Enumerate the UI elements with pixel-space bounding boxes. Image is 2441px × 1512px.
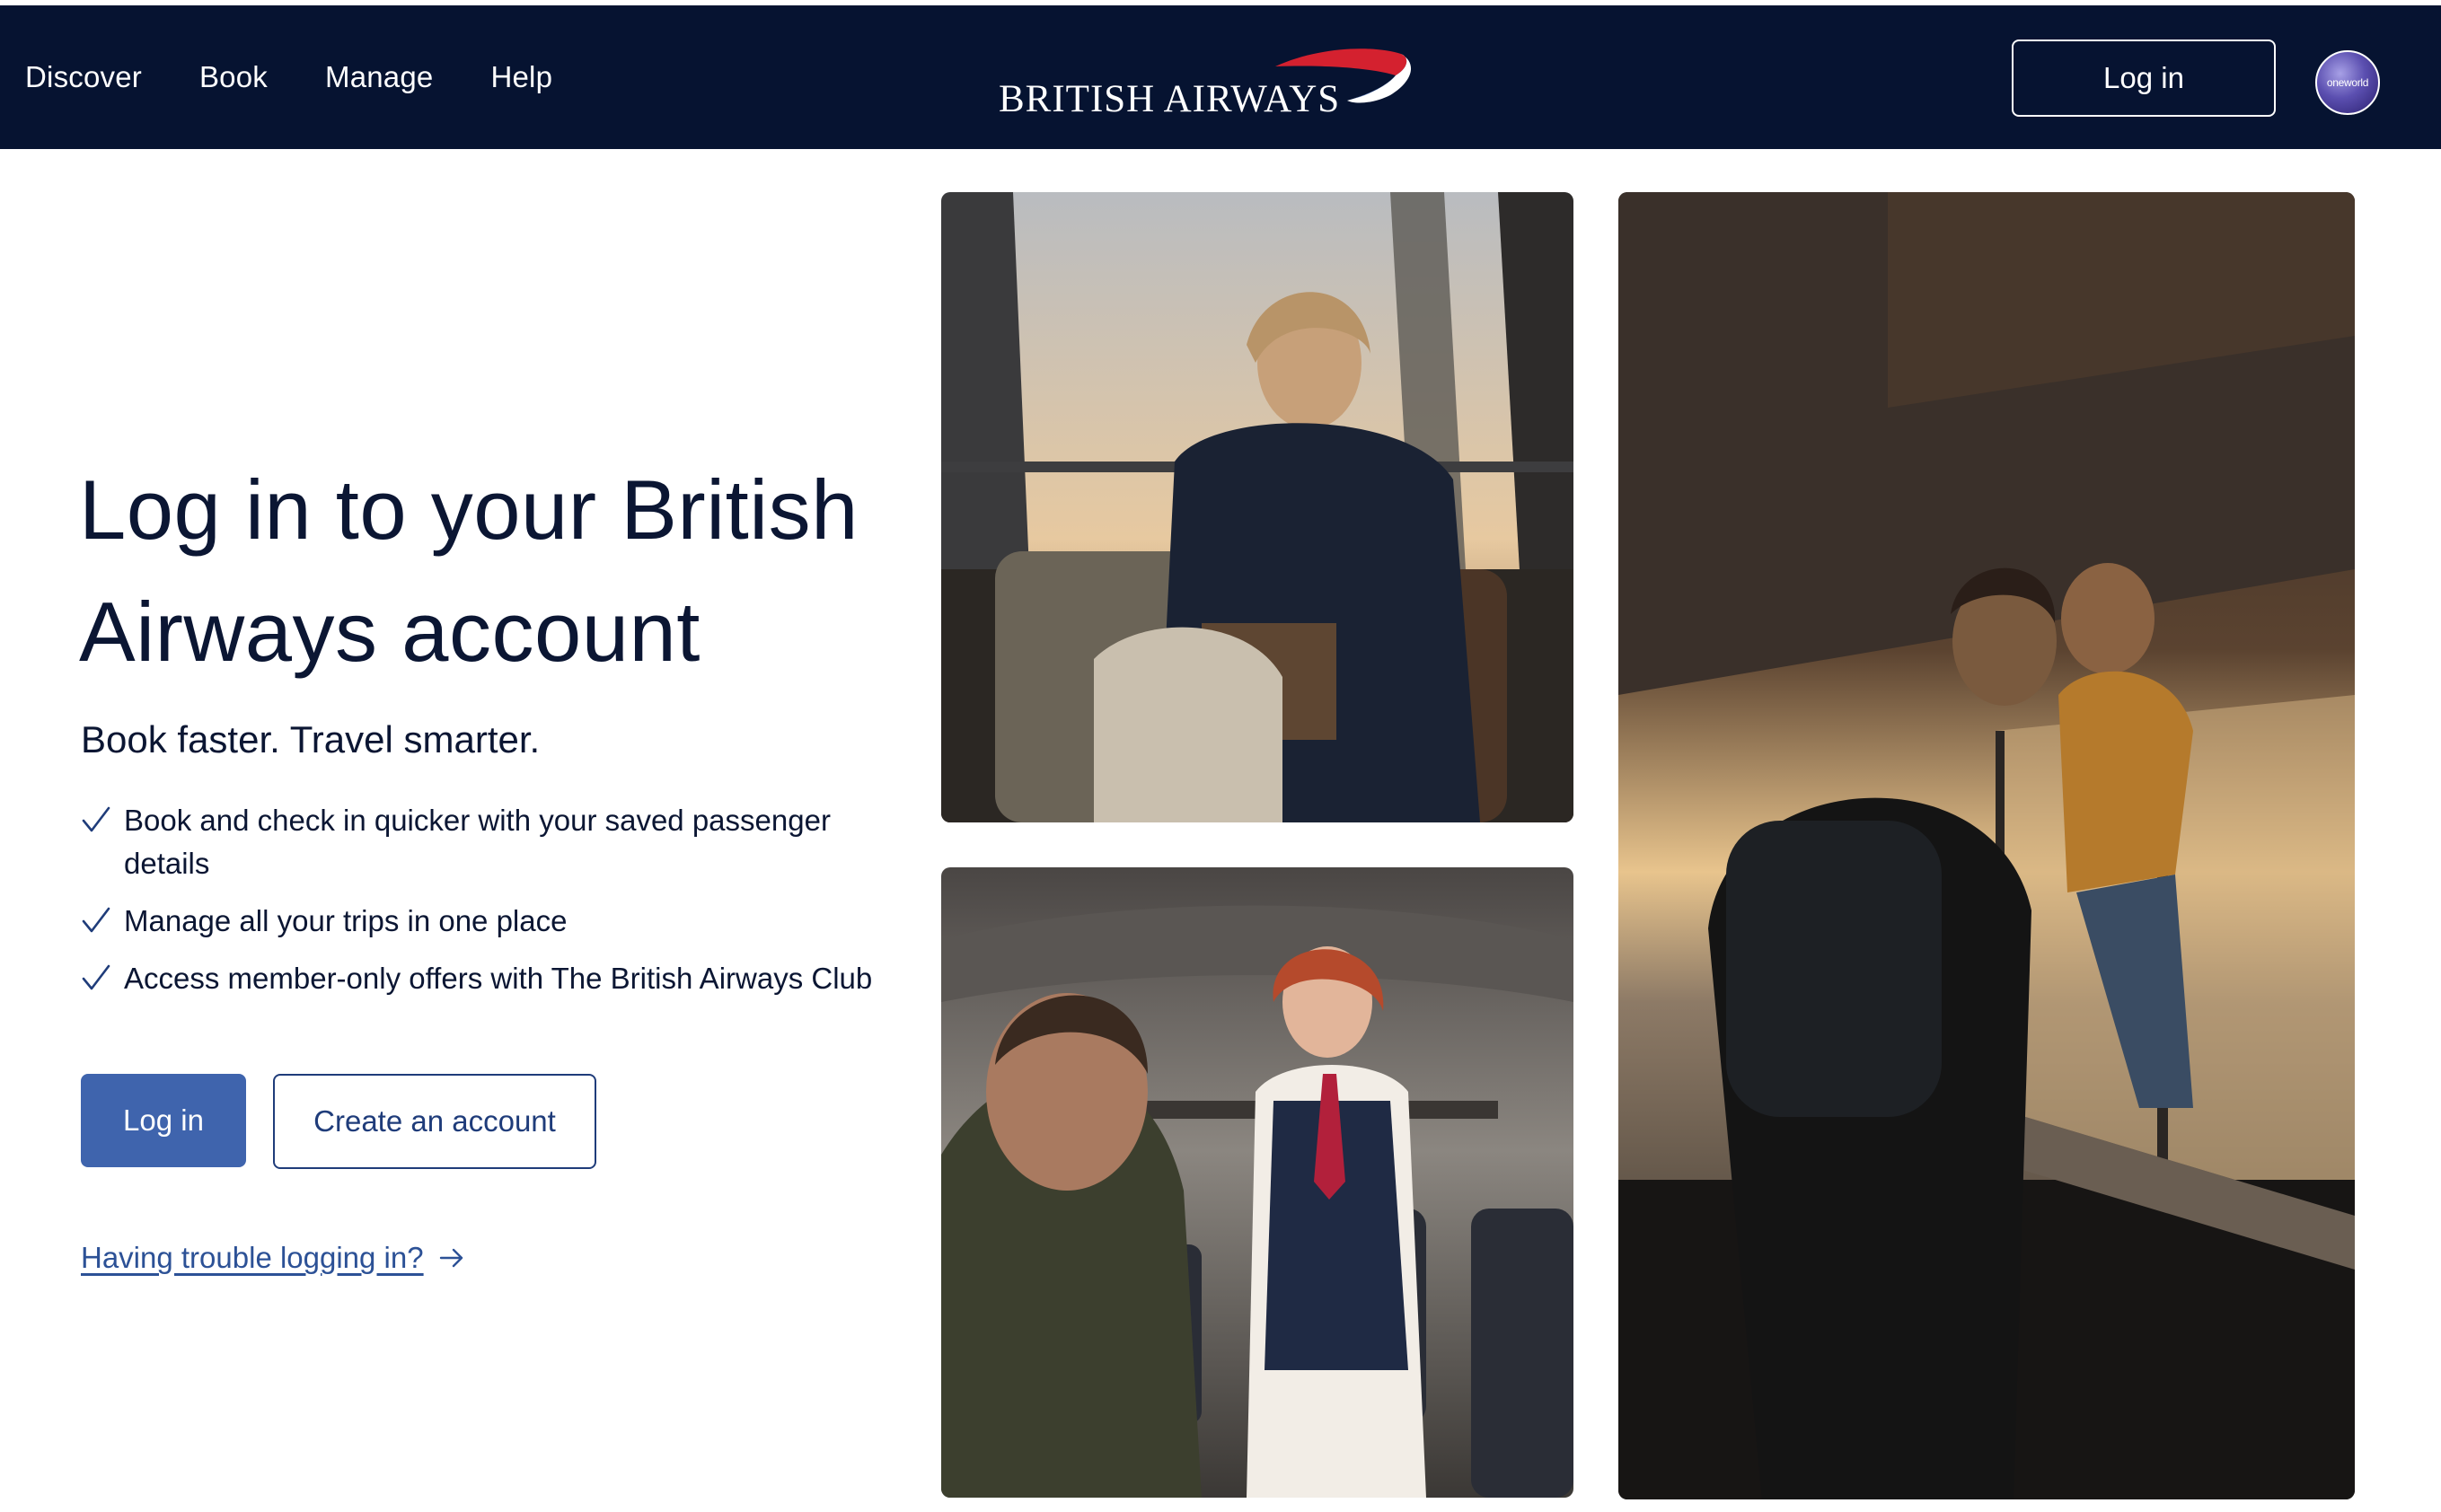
header-login-button[interactable]: Log in <box>2012 40 2276 117</box>
login-button[interactable]: Log in <box>81 1074 246 1167</box>
main-nav: Discover Book Manage Help <box>25 5 610 149</box>
create-account-button[interactable]: Create an account <box>273 1074 596 1169</box>
oneworld-label: oneworld <box>2326 76 2369 89</box>
arrow-right-icon <box>439 1248 463 1268</box>
benefit-item: Book and check in quicker with your save… <box>81 799 889 885</box>
benefit-item: Access member-only offers with The Briti… <box>81 957 889 1000</box>
nav-manage[interactable]: Manage <box>325 60 433 94</box>
check-icon <box>82 964 110 990</box>
benefit-item: Manage all your trips in one place <box>81 900 889 943</box>
oneworld-badge[interactable]: oneworld <box>2315 50 2380 115</box>
benefit-text: Manage all your trips in one place <box>124 904 568 937</box>
nav-help[interactable]: Help <box>490 60 552 94</box>
benefit-text: Access member-only offers with The Briti… <box>124 962 873 995</box>
site-header: Discover Book Manage Help BRITISH AIRWAY… <box>0 5 2441 149</box>
benefits-list: Book and check in quicker with your save… <box>81 799 889 1015</box>
cabin-crew-photo <box>941 867 1573 1498</box>
trouble-link-text[interactable]: Having trouble logging in? <box>81 1241 424 1275</box>
lounge-passenger-photo <box>941 192 1573 822</box>
nav-book[interactable]: Book <box>199 60 268 94</box>
page-subtitle: Book faster. Travel smarter. <box>81 718 541 760</box>
family-airport-window-photo <box>1618 192 2355 1499</box>
nav-discover[interactable]: Discover <box>25 60 142 94</box>
benefit-text: Book and check in quicker with your save… <box>124 804 831 880</box>
british-airways-logo[interactable]: BRITISH AIRWAYS <box>995 41 1417 122</box>
trouble-logging-in-link[interactable]: Having trouble logging in? <box>81 1241 465 1275</box>
logo-wordmark: BRITISH AIRWAYS <box>999 78 1341 120</box>
check-icon <box>82 907 110 933</box>
login-actions: Log in Create an account <box>81 1074 596 1169</box>
page-title: Log in to your British Airways account <box>79 462 859 679</box>
check-icon <box>82 806 110 832</box>
